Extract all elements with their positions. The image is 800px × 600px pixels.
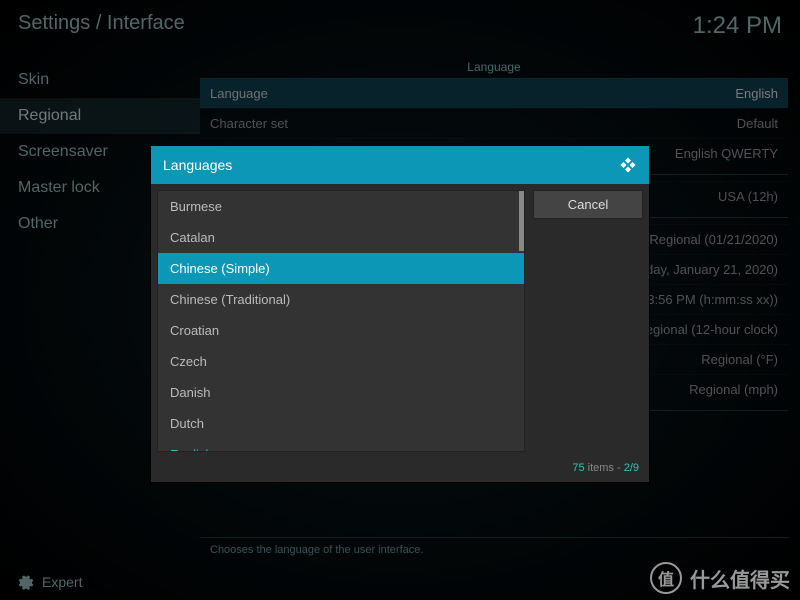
- lang-item-burmese[interactable]: Burmese: [158, 191, 524, 222]
- page-indicator: 2/9: [624, 462, 639, 474]
- dialog-body: Burmese Catalan Chinese (Simple) Chinese…: [151, 184, 649, 458]
- dialog-footer: 75 items - 2/9: [151, 458, 649, 482]
- lang-item-dutch[interactable]: Dutch: [158, 408, 524, 439]
- item-count: 75: [572, 462, 584, 474]
- kodi-logo-icon: [619, 156, 637, 174]
- lang-item-catalan[interactable]: Catalan: [158, 222, 524, 253]
- modal-overlay: Languages Burmese Catalan Chinese (Simpl…: [0, 0, 800, 600]
- dialog-sidebar: Cancel: [533, 190, 643, 452]
- items-label: items -: [585, 462, 624, 474]
- lang-item-danish[interactable]: Danish: [158, 377, 524, 408]
- cancel-button[interactable]: Cancel: [533, 190, 643, 219]
- dialog-title-bar: Languages: [151, 146, 649, 184]
- lang-item-croatian[interactable]: Croatian: [158, 315, 524, 346]
- lang-item-english[interactable]: English: [158, 439, 524, 452]
- dialog-title: Languages: [163, 157, 232, 173]
- language-list[interactable]: Burmese Catalan Chinese (Simple) Chinese…: [157, 190, 525, 452]
- languages-dialog: Languages Burmese Catalan Chinese (Simpl…: [150, 145, 650, 483]
- lang-item-chinese-traditional[interactable]: Chinese (Traditional): [158, 284, 524, 315]
- lang-item-chinese-simple[interactable]: Chinese (Simple): [158, 253, 524, 284]
- scrollbar-thumb[interactable]: [519, 191, 524, 251]
- lang-item-czech[interactable]: Czech: [158, 346, 524, 377]
